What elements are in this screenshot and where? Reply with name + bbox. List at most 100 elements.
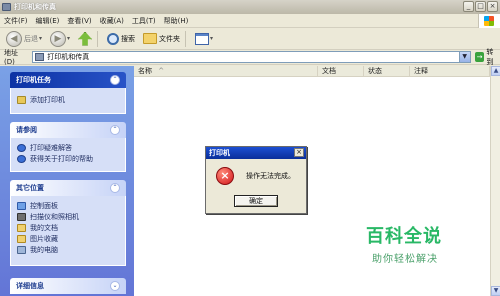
column-name[interactable]: 名称 ^ (134, 66, 318, 77)
go-arrow-icon: → (474, 52, 485, 62)
title-bar: 打印机和传真 _ □ × (0, 0, 500, 14)
minimize-button[interactable]: _ (463, 1, 474, 12)
panel-header[interactable]: 请参阅 ⌃ (10, 122, 126, 138)
dialog-title: 打印机 (209, 149, 230, 157)
back-label: 后退 (24, 34, 38, 43)
panel-body: 打印疑难解答 获得关于打印的帮助 (10, 138, 126, 172)
forward-button[interactable]: ▶ ▾ (48, 30, 72, 48)
chevron-down-icon: ▾ (39, 35, 43, 42)
chevron-up-icon[interactable]: ⌃ (110, 125, 120, 135)
help-icon (17, 154, 26, 163)
up-button[interactable] (76, 30, 94, 48)
folders-label: 文件夹 (159, 34, 181, 43)
panel-header[interactable]: 其它位置 ⌃ (10, 180, 126, 196)
address-label: 地址(D) (4, 49, 18, 66)
error-icon: × (216, 167, 234, 185)
forward-arrow-icon: ▶ (50, 30, 67, 47)
place-scanners-cameras[interactable]: 扫描仪和照相机 (17, 211, 119, 222)
computer-icon (17, 245, 26, 254)
chevron-up-icon[interactable]: ⌃ (110, 75, 120, 85)
pictures-folder-icon (17, 234, 26, 243)
place-my-computer[interactable]: 我的电脑 (17, 244, 119, 255)
place-label: 图片收藏 (30, 234, 58, 243)
search-label: 搜索 (121, 34, 136, 43)
panel-see-also: 请参阅 ⌃ 打印疑难解答 获得关于打印的帮助 (10, 122, 126, 172)
printer-folder-icon (2, 3, 11, 11)
link-label: 获得关于打印的帮助 (30, 154, 93, 163)
chevron-down-icon[interactable]: ⌄ (110, 281, 120, 291)
views-icon (195, 32, 210, 45)
camera-icon (17, 212, 26, 221)
place-my-pictures[interactable]: 图片收藏 (17, 233, 119, 244)
folders-button[interactable]: 文件夹 (141, 30, 182, 48)
go-button[interactable]: → 转到 (474, 47, 500, 67)
column-comments[interactable]: 注释 (410, 66, 490, 77)
panel-title: 请参阅 (16, 126, 37, 134)
menu-tools[interactable]: 工具(T) (128, 16, 160, 26)
address-dropdown-button[interactable]: ▼ (458, 52, 470, 62)
dialog-close-button[interactable]: × (294, 148, 304, 157)
panel-header[interactable]: 详细信息 ⌄ (10, 278, 126, 294)
toolbar: ◀ 后退 ▾ ▶ ▾ 搜索 文件夹 ▾ (0, 28, 500, 50)
scroll-down-button[interactable]: ▼ (491, 286, 500, 296)
task-label: 添加打印机 (30, 95, 65, 104)
place-label: 扫描仪和照相机 (30, 212, 79, 221)
panel-title: 详细信息 (16, 282, 44, 290)
panel-printer-tasks: 打印机任务 ⌃ 添加打印机 (10, 72, 126, 114)
chevron-down-icon: ▾ (210, 35, 214, 42)
panel-body: 控制面板 扫描仪和照相机 我的文档 图片收藏 我的电脑 (10, 196, 126, 266)
add-printer-icon (17, 95, 26, 104)
maximize-button[interactable]: □ (475, 1, 486, 12)
scroll-up-button[interactable]: ▲ (491, 66, 500, 76)
column-documents[interactable]: 文档 (318, 66, 364, 77)
task-pane: 打印机任务 ⌃ 添加打印机 请参阅 ⌃ 打印疑难解答 获得关于打印的帮助 其它位… (0, 66, 134, 296)
chevron-up-icon[interactable]: ⌃ (110, 183, 120, 193)
column-header-row: 名称 ^ 文档 状态 注释 (134, 66, 490, 77)
folder-icon (143, 33, 158, 44)
ok-button[interactable]: 确定 (234, 195, 278, 207)
documents-folder-icon (17, 223, 26, 232)
menu-bar: 文件(F) 编辑(E) 查看(V) 收藏(A) 工具(T) 帮助(H) (0, 14, 500, 28)
dialog-message: 操作无法完成。 (246, 172, 295, 180)
windows-logo-icon (484, 16, 494, 26)
dialog-title-bar[interactable]: 打印机 × (206, 147, 306, 159)
panel-other-places: 其它位置 ⌃ 控制面板 扫描仪和照相机 我的文档 图片收藏 我的电脑 (10, 180, 126, 266)
address-input[interactable]: 打印机和传真 ▼ (32, 51, 471, 63)
place-label: 我的文档 (30, 223, 58, 232)
close-button[interactable]: × (487, 1, 498, 12)
column-status[interactable]: 状态 (364, 66, 410, 77)
place-control-panel[interactable]: 控制面板 (17, 200, 119, 211)
panel-title: 打印机任务 (16, 76, 51, 84)
menu-edit[interactable]: 编辑(E) (32, 16, 64, 26)
address-value: 打印机和传真 (47, 53, 90, 61)
sort-ascending-icon: ^ (158, 67, 165, 75)
toolbar-separator (97, 30, 99, 47)
link-label: 打印疑难解答 (30, 143, 72, 152)
panel-header[interactable]: 打印机任务 ⌃ (10, 72, 126, 88)
link-print-help[interactable]: 获得关于打印的帮助 (17, 153, 119, 164)
menu-view[interactable]: 查看(V) (63, 16, 95, 26)
task-add-printer[interactable]: 添加打印机 (17, 94, 119, 105)
watermark-brand: 百科全说 (366, 226, 442, 247)
back-button[interactable]: ◀ 后退 ▾ (4, 30, 44, 48)
back-arrow-icon: ◀ (6, 30, 22, 47)
link-print-troubleshooter[interactable]: 打印疑难解答 (17, 142, 119, 153)
views-button[interactable]: ▾ (193, 30, 215, 48)
menu-help[interactable]: 帮助(H) (160, 16, 193, 26)
windows-logo-box (478, 14, 500, 28)
menu-favorites[interactable]: 收藏(A) (96, 16, 128, 26)
vertical-scrollbar[interactable]: ▲ ▼ (490, 66, 500, 296)
menu-file[interactable]: 文件(F) (0, 16, 32, 26)
panel-body: 添加打印机 (10, 88, 126, 114)
search-button[interactable]: 搜索 (105, 30, 137, 48)
control-panel-icon (17, 201, 26, 210)
place-label: 我的电脑 (30, 245, 58, 254)
window-controls: _ □ × (463, 1, 498, 12)
error-dialog: 打印机 × × 操作无法完成。 确定 (205, 146, 307, 214)
place-my-documents[interactable]: 我的文档 (17, 222, 119, 233)
help-icon (17, 143, 26, 152)
window-title: 打印机和传真 (14, 3, 56, 11)
toolbar-separator (185, 30, 187, 47)
up-folder-icon (78, 31, 93, 46)
explorer-window: 打印机和传真 _ □ × 文件(F) 编辑(E) 查看(V) 收藏(A) 工具(… (0, 0, 500, 296)
